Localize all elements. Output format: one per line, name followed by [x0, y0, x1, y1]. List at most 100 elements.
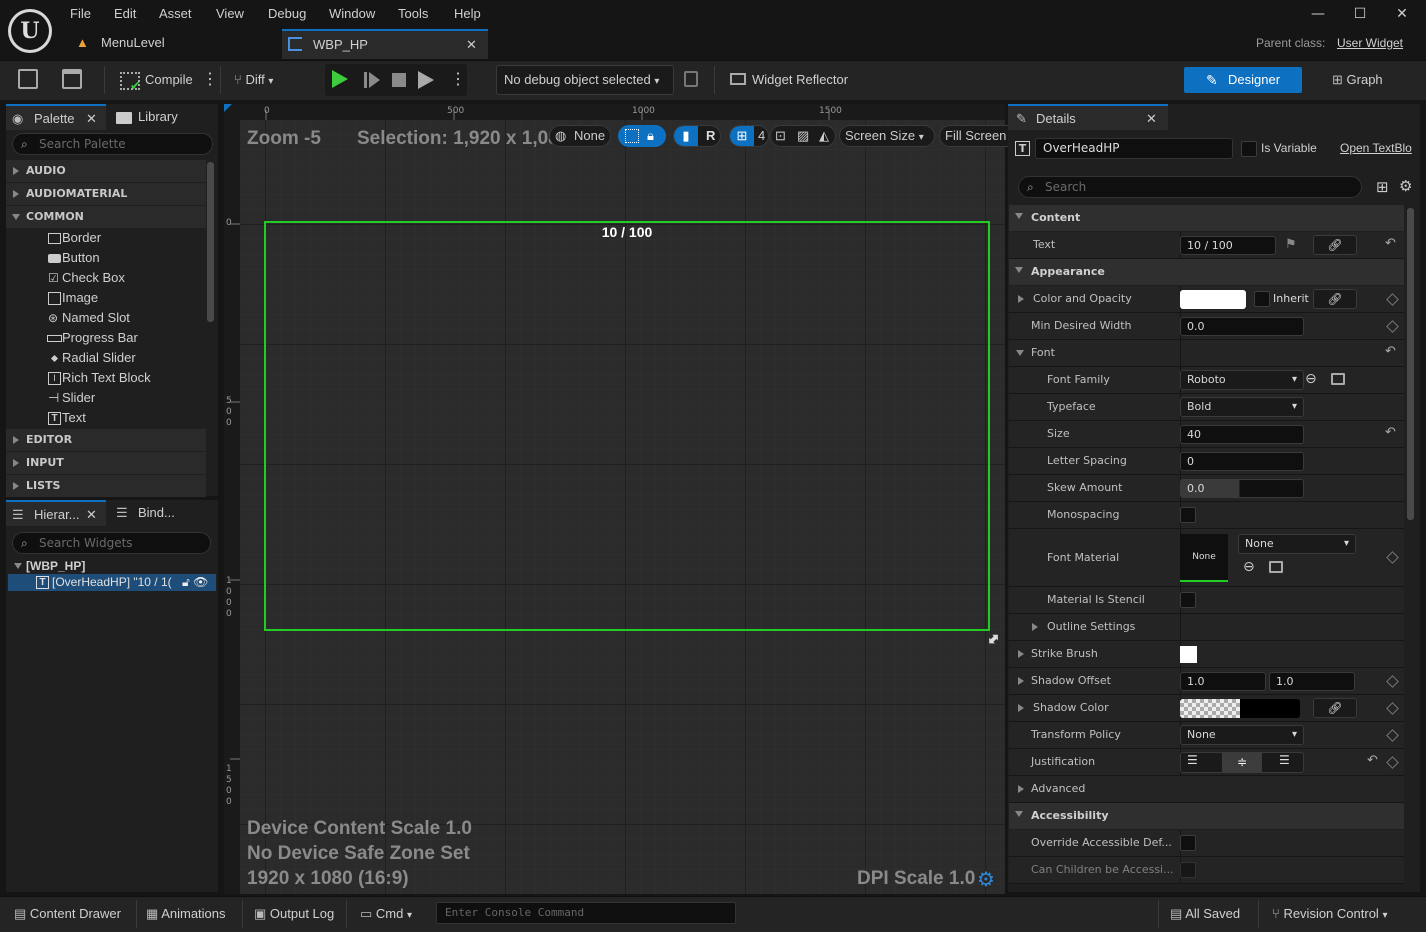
transform-toggle[interactable]: ▮ R	[673, 125, 721, 147]
align-right-icon[interactable]: ☰	[1279, 753, 1290, 767]
compile-options-icon[interactable]: ⋮	[202, 66, 218, 94]
tab-menulevel[interactable]: ▲ MenuLevel	[76, 29, 280, 59]
menu-window[interactable]: Window	[329, 6, 375, 24]
keyframe-icon[interactable]	[1386, 702, 1399, 715]
details-scrollbar[interactable]	[1407, 208, 1414, 520]
transform-policy-dropdown[interactable]: None ▾	[1180, 725, 1304, 745]
typeface-dropdown[interactable]: Bold ▾	[1180, 397, 1304, 417]
row-advanced[interactable]: Advanced	[1009, 776, 1404, 803]
min-width-field[interactable]: 0.0	[1180, 317, 1304, 336]
keyframe-icon[interactable]	[1386, 675, 1399, 688]
hierarchy-item-overheadhp[interactable]: T [OverHeadHP] "10 / 1( 🔓︎ 👁︎	[8, 574, 216, 591]
palette-item-slider[interactable]: ⊣ Slider	[6, 388, 206, 408]
property-matrix-icon[interactable]: ⊞	[1376, 178, 1389, 196]
category-audio[interactable]: AUDIO	[6, 160, 206, 182]
graph-button[interactable]: ⊞ Graph	[1332, 66, 1383, 94]
palette-item-text[interactable]: T Text	[6, 408, 206, 428]
font-material-thumbnail[interactable]: None	[1180, 534, 1228, 582]
grid-snap-toggle[interactable]: ⊞ 4	[729, 125, 769, 147]
menu-asset[interactable]: Asset	[159, 6, 192, 24]
palette-item-check-box[interactable]: ☑ Check Box	[6, 268, 206, 288]
content-drawer-button[interactable]: ▤ Content Drawer	[14, 900, 121, 928]
font-family-dropdown[interactable]: Roboto ▾	[1180, 370, 1304, 390]
parent-class-link[interactable]: User Widget	[1337, 36, 1403, 50]
category-audiomaterial[interactable]: AUDIOMATERIAL	[6, 183, 206, 205]
dpi-settings-gear-icon[interactable]: ⚙	[977, 869, 995, 889]
reset-icon[interactable]: ↶	[1385, 344, 1396, 359]
all-saved-button[interactable]: ▤ All Saved	[1170, 900, 1240, 928]
widget-reflector-button[interactable]: Widget Reflector	[728, 66, 848, 94]
reset-icon[interactable]: ↶	[1367, 753, 1378, 768]
text-field[interactable]: 10 / 100	[1180, 236, 1276, 255]
save-icon[interactable]	[18, 69, 38, 89]
section-accessibility[interactable]: Accessibility	[1009, 803, 1404, 829]
hierarchy-search-input[interactable]: ⌕ Search Widgets	[12, 532, 211, 554]
lock-icon[interactable]: 🔓︎ 👁︎	[182, 574, 216, 591]
tab-bindings[interactable]: ☰ Bind...	[112, 500, 212, 526]
diff-button[interactable]: ⑂ Diff ▾	[234, 66, 273, 94]
palette-item-named-slot[interactable]: ⊛ Named Slot	[6, 308, 206, 328]
shadow-color-swatch[interactable]	[1180, 699, 1300, 718]
menu-view[interactable]: View	[216, 6, 244, 24]
menu-tools[interactable]: Tools	[398, 6, 428, 24]
stencil-checkbox[interactable]	[1180, 592, 1196, 608]
size-field[interactable]: 40	[1180, 425, 1304, 444]
menu-file[interactable]: File	[70, 6, 91, 24]
fill-screen-dropdown[interactable]: Fill Screen	[939, 125, 1011, 147]
palette-item-button[interactable]: Button	[6, 248, 206, 268]
minimize-icon[interactable]: —	[1306, 6, 1330, 24]
use-selected-icon[interactable]: ⊖	[1243, 559, 1255, 575]
open-textblock-link[interactable]: Open TextBlo	[1340, 141, 1420, 155]
align-left-icon[interactable]: ☰	[1187, 753, 1198, 767]
compile-button[interactable]: ✔ Compile	[120, 66, 193, 94]
palette-item-progress-bar[interactable]: Progress Bar	[6, 328, 206, 348]
reset-icon[interactable]: ↶	[1385, 425, 1396, 440]
cmd-dropdown[interactable]: ▭ Cmd ▾	[360, 900, 412, 928]
close-window-icon[interactable]: ✕	[1390, 6, 1414, 24]
category-input[interactable]: INPUT	[6, 452, 206, 474]
is-variable-checkbox[interactable]	[1241, 141, 1257, 157]
console-command-input[interactable]: Enter Console Command	[436, 902, 736, 924]
settings-gear-icon[interactable]: ⚙	[1399, 177, 1412, 195]
keyframe-icon[interactable]	[1386, 293, 1399, 306]
keyframe-icon[interactable]	[1386, 729, 1399, 742]
bind-link-icon[interactable]: 🔗︎	[1313, 235, 1357, 255]
palette-item-rich-text-block[interactable]: I Rich Text Block	[6, 368, 206, 388]
close-tab-icon[interactable]: ✕	[86, 106, 97, 132]
monospacing-checkbox[interactable]	[1180, 507, 1196, 523]
tab-details[interactable]: ✎ Details ✕	[1008, 104, 1168, 130]
screen-size-dropdown[interactable]: Screen Size ▾	[839, 125, 935, 147]
bind-link-icon[interactable]: 🔗︎	[1313, 698, 1357, 718]
browse-folder-icon[interactable]	[1269, 561, 1283, 573]
bind-link-icon[interactable]: 🔗︎	[1313, 289, 1357, 309]
align-center-icon[interactable]: ≑	[1222, 753, 1262, 772]
palette-search-input[interactable]: ⌕ Search Palette	[12, 133, 213, 155]
palette-item-border[interactable]: Border	[6, 228, 206, 248]
step-icon[interactable]	[364, 72, 380, 88]
palette-item-radial-slider[interactable]: Radial Slider	[6, 348, 206, 368]
category-common[interactable]: COMMON	[6, 206, 206, 228]
maximize-icon[interactable]: ☐	[1348, 6, 1372, 24]
tab-library[interactable]: Library	[112, 104, 212, 130]
debug-object-dropdown[interactable]: No debug object selected ▾	[496, 65, 674, 95]
category-lists[interactable]: LISTS	[6, 475, 206, 497]
view-options[interactable]: ⊡ ▨ ◭	[770, 125, 836, 147]
tab-wbp-hp[interactable]: WBP_HP ✕	[282, 29, 488, 59]
palette-item-image[interactable]: Image	[6, 288, 206, 308]
menu-help[interactable]: Help	[454, 6, 481, 24]
designer-button[interactable]: ✎ Designer	[1184, 67, 1302, 93]
menu-edit[interactable]: Edit	[114, 6, 136, 24]
tab-hierarchy[interactable]: ☰ Hierar... ✕	[6, 500, 106, 526]
menu-debug[interactable]: Debug	[268, 6, 306, 24]
widget-name-field[interactable]: OverHeadHP	[1035, 138, 1233, 159]
unreal-logo-icon[interactable]: U	[8, 9, 52, 53]
category-editor[interactable]: EDITOR	[6, 429, 206, 451]
widget-bounds[interactable]	[264, 221, 990, 631]
inherit-checkbox[interactable]	[1254, 291, 1270, 307]
close-tab-icon[interactable]: ✕	[466, 31, 477, 59]
section-content[interactable]: Content	[1009, 205, 1404, 231]
override-accessible-checkbox[interactable]	[1180, 835, 1196, 851]
skew-field[interactable]: 0.0	[1180, 479, 1304, 498]
children-accessible-checkbox[interactable]	[1180, 862, 1196, 878]
font-material-dropdown[interactable]: None ▾	[1238, 534, 1356, 554]
